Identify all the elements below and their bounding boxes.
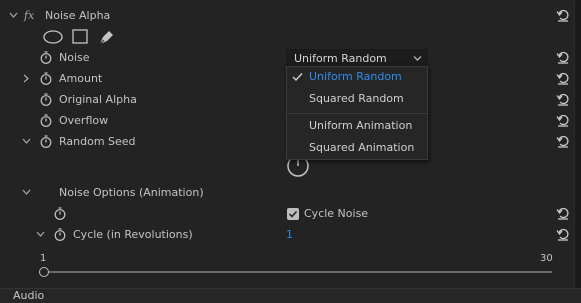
mask-tools [43,28,123,46]
property-label: Original Alpha [59,93,137,106]
slider-track[interactable] [43,271,552,273]
reset-icon[interactable] [556,71,572,87]
ellipse-mask-icon[interactable] [43,30,63,44]
chevron-down-icon[interactable] [22,131,31,161]
stopwatch-icon[interactable] [40,72,52,85]
group-label: Noise Options (Animation) [59,186,204,199]
menu-item-uniform-animation[interactable]: Uniform Animation [309,116,412,136]
menu-divider [287,113,427,114]
noise-dropdown-value: Uniform Random [294,52,387,65]
fx-toggle-icon[interactable]: fx [24,5,34,26]
reset-icon[interactable] [556,8,572,24]
chevron-down-icon[interactable] [36,224,45,254]
scrollbar[interactable] [574,0,581,302]
slider-min-label: 1 [40,253,47,264]
noise-dropdown-menu: Uniform Random Squared Random Uniform An… [286,66,428,160]
property-row-cycle-noise: Cycle Noise [0,203,575,224]
effect-name: Noise Alpha [45,9,111,22]
property-label: Amount [59,72,103,85]
stopwatch-icon[interactable] [40,135,52,148]
cycle-value[interactable]: 1 [286,224,293,245]
stopwatch-icon[interactable] [40,93,52,106]
property-row-cycle: Cycle (in Revolutions) 1 [0,224,575,245]
cycle-noise-checkbox[interactable] [287,208,299,220]
slider-max-label: 30 [540,253,553,264]
pen-mask-icon[interactable] [98,28,116,46]
property-label: Cycle (in Revolutions) [73,228,193,241]
clipped-row-above [0,0,575,4]
reset-icon[interactable] [556,50,572,66]
chevron-down-icon [413,56,422,61]
checkbox-label: Cycle Noise [304,207,369,220]
stopwatch-icon[interactable] [40,114,52,127]
footer-bar: Audio [0,288,581,303]
reset-icon[interactable] [556,113,572,129]
stopwatch-icon[interactable] [54,207,66,220]
effect-controls-panel: fx Noise Alpha Noise Amount Original Alp… [0,0,575,302]
reset-icon[interactable] [556,206,572,222]
menu-item-uniform-random[interactable]: Uniform Random [309,67,402,87]
reset-icon[interactable] [556,134,572,150]
property-label: Random Seed [59,135,136,148]
rectangle-mask-icon[interactable] [72,29,88,45]
reset-icon[interactable] [556,227,572,243]
property-label: Noise [59,51,90,64]
menu-item-squared-animation[interactable]: Squared Animation [309,138,414,158]
stopwatch-icon[interactable] [54,228,66,241]
stopwatch-icon[interactable] [40,51,52,64]
slider-thumb[interactable] [39,267,49,277]
menu-item-squared-random[interactable]: Squared Random [309,89,404,109]
chevron-down-icon[interactable] [9,5,18,35]
group-row-noise-options: Noise Options (Animation) [0,182,575,203]
footer-label: Audio [13,289,45,302]
property-label: Overflow [59,114,109,127]
reset-icon[interactable] [556,92,572,108]
effect-header-row[interactable]: fx Noise Alpha [0,5,575,26]
checkmark-icon [292,73,303,82]
